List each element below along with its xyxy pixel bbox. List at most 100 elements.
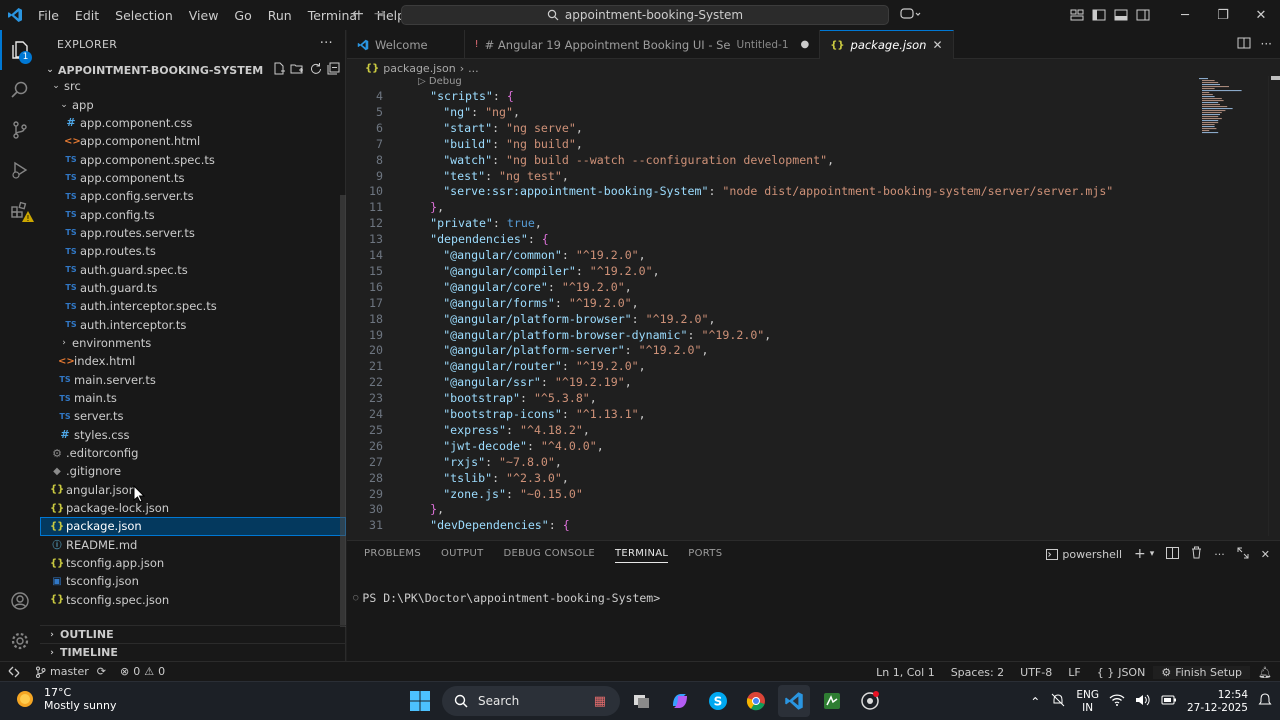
- language-indicator[interactable]: ENG IN: [1076, 689, 1099, 715]
- tree-item[interactable]: <> index.html: [40, 352, 346, 370]
- tree-item[interactable]: ⚙ .editorconfig: [40, 444, 346, 462]
- tree-item[interactable]: TS app.routes.server.ts: [40, 224, 346, 242]
- tree-item[interactable]: ▣ tsconfig.json: [40, 572, 346, 590]
- maximize-panel-icon[interactable]: [1237, 547, 1249, 562]
- customize-layout-icon[interactable]: [1066, 0, 1088, 30]
- breadcrumb-rest[interactable]: ...: [468, 62, 479, 75]
- weather-widget[interactable]: 17°C Mostly sunny: [14, 686, 116, 712]
- maximize-icon[interactable]: ❐: [1204, 0, 1242, 30]
- minimize-icon[interactable]: ─: [1166, 0, 1204, 30]
- sidebar-scrollbar[interactable]: [340, 195, 346, 627]
- toggle-secondary-sidebar-icon[interactable]: [1132, 0, 1154, 30]
- split-terminal-icon[interactable]: [1166, 546, 1180, 562]
- taskbar-search[interactable]: Search ▦: [442, 686, 620, 716]
- tree-item[interactable]: {} package.json: [40, 517, 346, 536]
- menu-file[interactable]: File: [30, 8, 67, 23]
- tree-item[interactable]: TS auth.interceptor.ts: [40, 315, 346, 333]
- close-tab-icon[interactable]: ✕: [932, 38, 942, 52]
- tree-item[interactable]: ◆ .gitignore: [40, 462, 346, 480]
- tab-welcome[interactable]: Welcome: [347, 30, 465, 59]
- tree-item[interactable]: ⌄ src: [40, 77, 346, 95]
- vscode-taskbar-icon[interactable]: [778, 685, 810, 717]
- tab-terminal[interactable]: TERMINAL: [615, 548, 669, 563]
- dirty-dot-icon[interactable]: ●: [801, 39, 810, 50]
- tree-item[interactable]: {} tsconfig.spec.json: [40, 591, 346, 609]
- menu-run[interactable]: Run: [260, 8, 300, 23]
- tab-output[interactable]: OUTPUT: [441, 548, 484, 563]
- tree-item[interactable]: TS app.config.server.ts: [40, 187, 346, 205]
- account-icon[interactable]: [0, 581, 40, 621]
- volume-icon[interactable]: [1135, 694, 1151, 709]
- indentation[interactable]: Spaces: 2: [943, 666, 1012, 679]
- tree-item[interactable]: TS auth.interceptor.spec.ts: [40, 297, 346, 315]
- menu-selection[interactable]: Selection: [107, 8, 181, 23]
- end-of-line[interactable]: LF: [1060, 666, 1088, 679]
- more-actions-icon[interactable]: ···: [1261, 37, 1272, 52]
- more-actions-icon[interactable]: ···: [1214, 548, 1225, 561]
- notifications-bell-icon[interactable]: 🔔︎: [1250, 666, 1280, 679]
- editor-scrollbar[interactable]: [1268, 76, 1280, 536]
- chrome-icon[interactable]: [740, 685, 772, 717]
- tree-item[interactable]: TS app.routes.ts: [40, 242, 346, 260]
- kill-terminal-icon[interactable]: [1191, 546, 1202, 562]
- minimap[interactable]: [1195, 76, 1265, 138]
- close-window-icon[interactable]: ✕: [1242, 0, 1280, 30]
- tab-problems[interactable]: PROBLEMS: [364, 548, 421, 563]
- outline-section[interactable]: › OUTLINE: [40, 625, 346, 643]
- tree-item[interactable]: # app.component.css: [40, 114, 346, 132]
- new-file-icon[interactable]: [272, 62, 285, 78]
- tab-ports[interactable]: PORTS: [688, 548, 722, 563]
- copilot-app-icon[interactable]: [664, 685, 696, 717]
- app-icon[interactable]: [854, 685, 886, 717]
- debug-codelens[interactable]: ▷ Debug: [418, 76, 462, 87]
- forward-arrow-icon[interactable]: →: [374, 6, 386, 22]
- manage-gear-icon[interactable]: [0, 621, 40, 661]
- tree-item[interactable]: <> app.component.html: [40, 132, 346, 150]
- sql-tool-icon[interactable]: [816, 685, 848, 717]
- menu-go[interactable]: Go: [226, 8, 259, 23]
- battery-icon[interactable]: [1161, 694, 1177, 709]
- command-center-search[interactable]: appointment-booking-System: [401, 5, 889, 25]
- explorer-icon[interactable]: 1: [0, 30, 40, 70]
- tree-item[interactable]: {} package-lock.json: [40, 499, 346, 517]
- clock[interactable]: 12:54 27-12-2025: [1187, 689, 1248, 715]
- tree-item[interactable]: {} angular.json: [40, 481, 346, 499]
- copilot-icon[interactable]: [900, 6, 922, 25]
- language-mode[interactable]: { } JSON: [1089, 666, 1154, 679]
- finish-setup-button[interactable]: ⚙ Finish Setup: [1153, 665, 1251, 679]
- source-control-icon[interactable]: [0, 110, 40, 150]
- tree-item[interactable]: TS auth.guard.spec.ts: [40, 260, 346, 278]
- tree-item[interactable]: # styles.css: [40, 426, 346, 444]
- breadcrumb-file[interactable]: package.json: [383, 62, 455, 75]
- tree-item[interactable]: ⌄ app: [40, 95, 346, 113]
- refresh-icon[interactable]: [309, 62, 322, 78]
- notification-center-icon[interactable]: [1258, 693, 1272, 710]
- terminal-shell-selector[interactable]: powershell: [1046, 548, 1122, 561]
- new-folder-icon[interactable]: [290, 62, 304, 78]
- skype-icon[interactable]: S: [702, 685, 734, 717]
- tab-debug-console[interactable]: DEBUG CONSOLE: [504, 548, 595, 563]
- tree-item[interactable]: › environments: [40, 334, 346, 352]
- run-debug-icon[interactable]: [0, 150, 40, 190]
- tree-item[interactable]: {} tsconfig.app.json: [40, 554, 346, 572]
- encoding[interactable]: UTF-8: [1012, 666, 1060, 679]
- back-arrow-icon[interactable]: ←: [352, 6, 364, 22]
- tree-item[interactable]: TS app.component.ts: [40, 169, 346, 187]
- task-view-icon[interactable]: [626, 685, 658, 717]
- problems-indicator[interactable]: ⊗ 0 ⚠ 0: [113, 665, 172, 678]
- terminal-output[interactable]: ○ PS D:\PK\Doctor\appointment-booking-Sy…: [353, 591, 660, 605]
- split-editor-icon[interactable]: [1237, 37, 1251, 52]
- tree-item[interactable]: TS server.ts: [40, 407, 346, 425]
- more-actions-icon[interactable]: ···: [320, 36, 333, 51]
- cursor-position[interactable]: Ln 1, Col 1: [868, 666, 943, 679]
- collapse-all-icon[interactable]: [327, 62, 340, 78]
- menu-edit[interactable]: Edit: [67, 8, 107, 23]
- tree-item[interactable]: TS main.ts: [40, 389, 346, 407]
- new-terminal-icon[interactable]: +: [1134, 546, 1146, 562]
- toggle-panel-icon[interactable]: [1110, 0, 1132, 30]
- close-panel-icon[interactable]: ✕: [1261, 548, 1270, 561]
- tree-item[interactable]: TS auth.guard.ts: [40, 279, 346, 297]
- notification-off-icon[interactable]: [1050, 693, 1066, 710]
- search-view-icon[interactable]: [0, 70, 40, 110]
- chevron-up-icon[interactable]: ⌃: [1030, 695, 1040, 709]
